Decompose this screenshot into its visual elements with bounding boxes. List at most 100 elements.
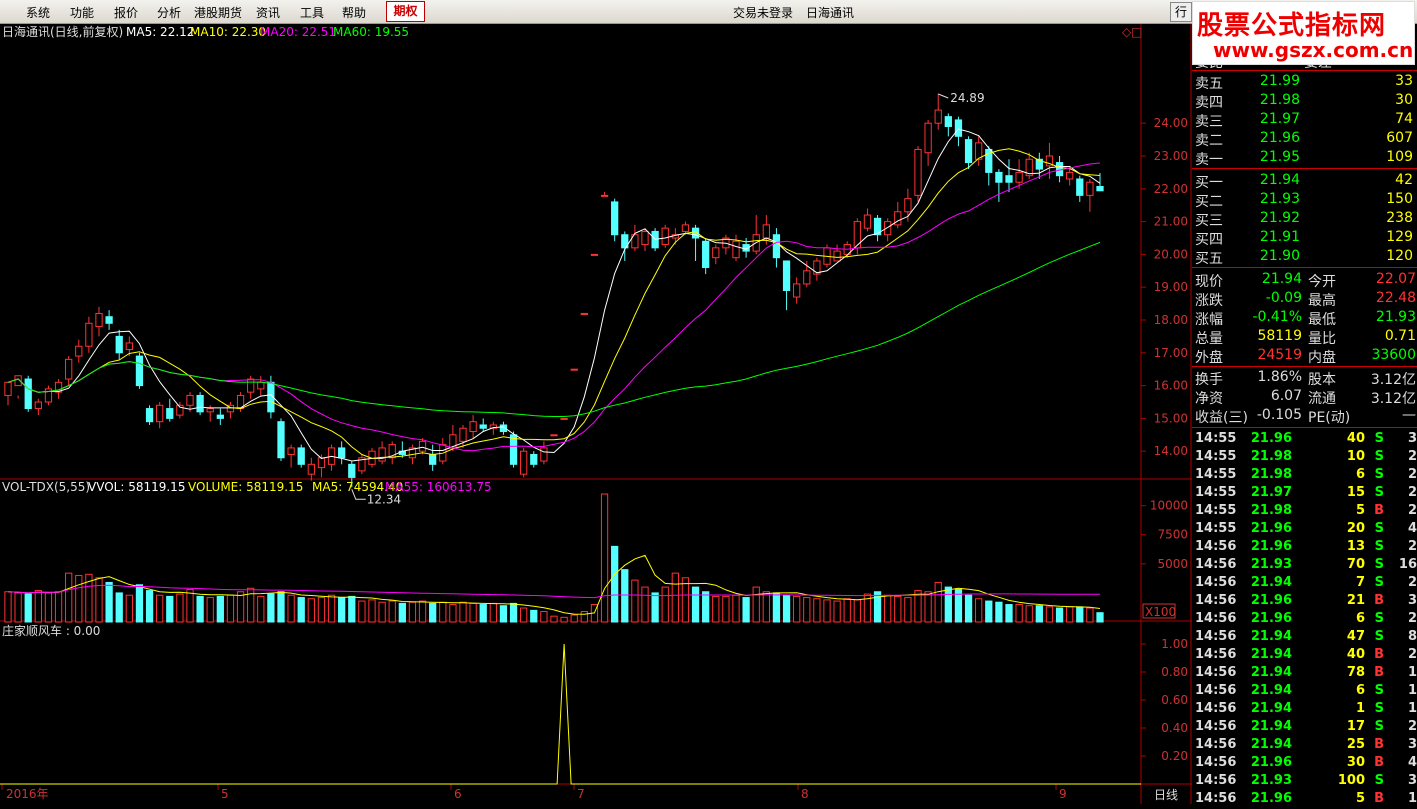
logo-url: www.gszx.com.cn (1213, 38, 1414, 62)
ind-tick-label: 1.00 (1161, 637, 1188, 651)
volume-bar (904, 597, 912, 623)
trade-count: 3 (1407, 593, 1417, 608)
stat-label: 流通 (1308, 391, 1336, 407)
candle-body (317, 457, 326, 469)
candle-body (934, 109, 942, 124)
trade-volume: 25 (1346, 737, 1365, 752)
low-label: 12.34 (367, 492, 401, 506)
trade-row: 14:55 21.98 5 B 2 (1195, 503, 1417, 521)
candle-body (287, 447, 295, 455)
stat-label: 外盘 (1195, 350, 1223, 366)
menu-item-hk-futures[interactable]: 港股期货 (194, 4, 242, 21)
stat-value: 22.07 (1375, 271, 1416, 287)
candle-body (520, 450, 528, 475)
candle-body (530, 453, 538, 465)
volume-bar (1096, 612, 1104, 623)
menu-item-analysis[interactable]: 分析 (157, 4, 181, 21)
volume-bar (509, 602, 518, 623)
volume-bar (712, 595, 720, 623)
bid-price: 21.93 (1259, 191, 1300, 207)
candle-body (125, 342, 133, 351)
trade-volume: 40 (1346, 647, 1365, 662)
candle-body (85, 322, 93, 347)
kline-chart[interactable]: 日海通讯(日线,前复权) MA5: 22.12MA10: 22.30MA20: 2… (0, 24, 1192, 804)
trade-count: 8 (1407, 629, 1417, 644)
volume-bar (934, 581, 942, 623)
candle-body (793, 283, 801, 298)
trade-row: 14:56 21.96 6 S 2 (1195, 611, 1417, 629)
trade-row: 14:56 21.93 70 S 16 (1195, 557, 1417, 575)
volume-bar (520, 607, 528, 623)
volume-bar (378, 601, 386, 623)
stat-value: 21.94 (1261, 271, 1302, 287)
trade-volume: 13 (1346, 539, 1365, 554)
trade-side: S (1374, 557, 1384, 572)
trade-volume: 6 (1355, 683, 1365, 698)
ind-tick-label: 0.20 (1161, 749, 1188, 763)
volume-bar (651, 592, 659, 623)
stat-label: 最高 (1308, 293, 1336, 309)
ask-price: 21.97 (1259, 111, 1300, 127)
trade-volume: 21 (1346, 593, 1365, 608)
trade-volume: 47 (1346, 629, 1365, 644)
trade-time: 14:55 (1195, 503, 1237, 518)
volume-bar (226, 594, 235, 623)
bid-label: 买四 (1195, 232, 1223, 248)
trade-time: 14:56 (1195, 647, 1237, 662)
menu-item-tools[interactable]: 工具 (300, 4, 324, 21)
volume-bar (924, 591, 932, 623)
trade-price: 21.94 (1250, 647, 1292, 662)
candle-body (782, 260, 791, 291)
trade-price: 21.94 (1250, 629, 1292, 644)
candle-body (1066, 171, 1074, 180)
volume-bar (742, 597, 750, 623)
date-label: 2016年 (6, 787, 49, 801)
login-status[interactable]: 交易未登录 (733, 4, 793, 21)
volume-bar (115, 592, 123, 623)
volume-bar (439, 601, 447, 623)
trade-side: B (1374, 755, 1384, 770)
volume-bar (135, 584, 144, 623)
book-divider (1192, 70, 1417, 71)
trade-count: 1 (1407, 701, 1417, 716)
bid-price: 21.92 (1259, 210, 1300, 226)
date-label: 8 (801, 787, 809, 801)
trade-volume: 30 (1346, 755, 1365, 770)
menu-item-news[interactable]: 资讯 (256, 4, 280, 21)
volume-bar (691, 586, 700, 623)
ask-label: 卖三 (1195, 114, 1223, 130)
trade-price: 21.98 (1250, 503, 1292, 518)
volume-bar (499, 605, 508, 623)
candle-body (115, 335, 123, 354)
trade-row: 14:56 21.94 1 S 1 (1195, 701, 1417, 719)
candle-body (712, 247, 720, 259)
volume-bar (570, 614, 578, 623)
menu-item-system[interactable]: 系统 (26, 4, 50, 21)
candle-body (863, 214, 872, 229)
trade-volume: 6 (1355, 467, 1365, 482)
trade-count: 2 (1407, 719, 1417, 734)
volume-bar (631, 579, 639, 623)
candle-body (995, 171, 1003, 183)
stat-label: 最低 (1308, 312, 1336, 328)
trade-time: 14:56 (1195, 701, 1237, 716)
volume-bar (105, 581, 113, 623)
bid-price: 21.90 (1259, 248, 1300, 264)
candle-body (914, 148, 922, 196)
volume-bar (14, 592, 22, 623)
trade-row: 14:56 21.94 40 B 2 (1195, 647, 1417, 665)
menu-item-options[interactable]: 期权 (386, 1, 425, 22)
menu-item-help[interactable]: 帮助 (342, 4, 366, 21)
menu-item-function[interactable]: 功能 (70, 4, 94, 21)
menu-item-quote[interactable]: 报价 (114, 4, 138, 21)
trade-row: 14:55 21.96 40 S 3 (1195, 431, 1417, 449)
candle-body (509, 434, 518, 465)
row-button[interactable]: 行 (1170, 2, 1192, 22)
volume-bar (580, 611, 588, 623)
trade-time: 14:56 (1195, 719, 1237, 734)
trade-time: 14:55 (1195, 431, 1237, 446)
trade-side: B (1374, 593, 1384, 608)
stat-value: 1.86% (1257, 369, 1302, 385)
bid-label: 买五 (1195, 251, 1223, 267)
trade-time: 14:55 (1195, 521, 1237, 536)
